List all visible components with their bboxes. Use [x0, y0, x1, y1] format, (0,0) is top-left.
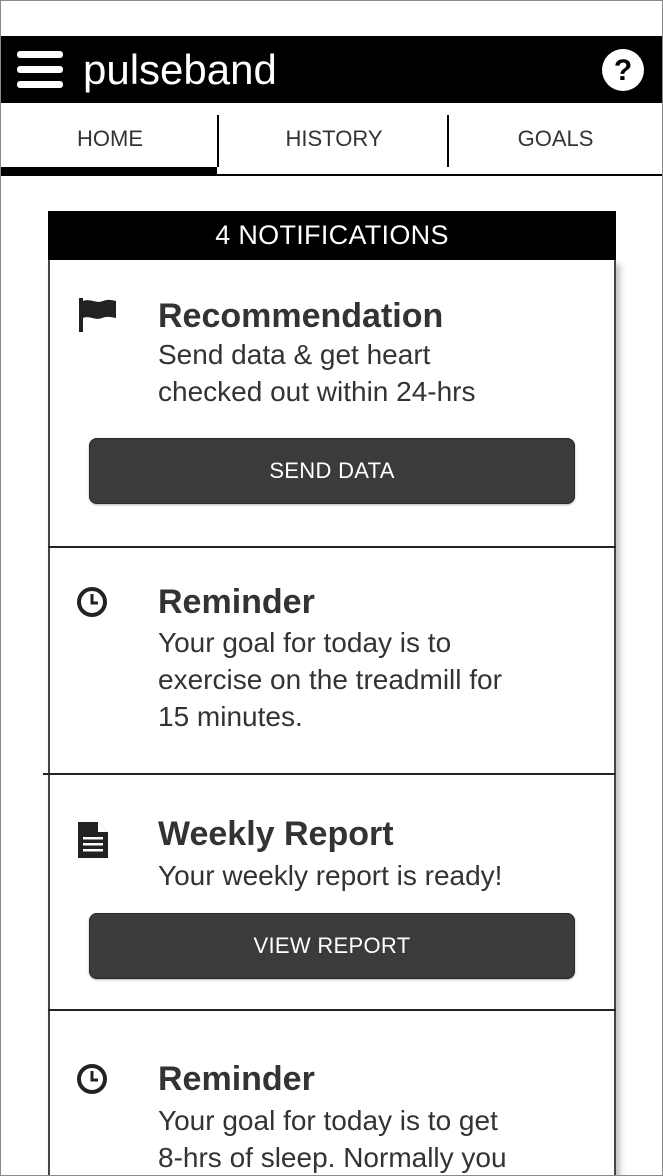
- notifications-count: 4 NOTIFICATIONS: [215, 220, 449, 250]
- notification-text: Your goal for today is to exercise on th…: [158, 624, 598, 735]
- send-data-button[interactable]: SEND DATA: [89, 438, 575, 504]
- clock-icon: [77, 587, 107, 617]
- notification-text-line: Send data & get heart: [158, 339, 431, 370]
- notification-text-line: 15 minutes.: [158, 701, 303, 732]
- tab-history[interactable]: HISTORY: [219, 103, 449, 174]
- notification-title: Reminder: [158, 583, 315, 621]
- notification-divider: [48, 546, 616, 548]
- tab-bar: HOME HISTORY GOALS: [1, 103, 662, 176]
- view-report-button[interactable]: VIEW REPORT: [89, 913, 575, 979]
- notification-divider: [48, 1009, 616, 1011]
- app-title: pulseband: [83, 46, 277, 93]
- document-icon: [78, 822, 108, 858]
- notification-text: Your weekly report is ready!: [158, 857, 598, 894]
- notification-title: Reminder: [158, 1060, 315, 1098]
- notification-text-line: 8-hrs of sleep. Normally you: [158, 1142, 507, 1173]
- tab-history-label: HISTORY: [285, 125, 383, 151]
- tab-goals[interactable]: GOALS: [449, 103, 662, 174]
- clock-icon: [77, 1064, 107, 1094]
- question-circle-icon[interactable]: ?: [601, 48, 645, 92]
- send-data-button-label: SEND DATA: [269, 458, 395, 483]
- notification-title: Weekly Report: [158, 815, 394, 853]
- view-report-button-label: VIEW REPORT: [253, 933, 411, 958]
- notification-text-line: exercise on the treadmill for: [158, 664, 502, 695]
- notification-text-line: checked out within 24-hrs: [158, 376, 476, 407]
- notification-divider: [43, 773, 615, 775]
- flag-icon: [79, 298, 116, 332]
- notification-text-line: Your goal for today is to: [158, 627, 452, 658]
- notification-text: Send data & get heart checked out within…: [158, 336, 598, 410]
- svg-text:?: ?: [614, 54, 632, 87]
- tab-home-label: HOME: [77, 125, 143, 151]
- phone-frame: pulseband ? HOME HISTORY GOALS 4 NOTIFIC…: [0, 0, 663, 1176]
- notification-title: Recommendation: [158, 297, 444, 335]
- notification-text-line: Your weekly report is ready!: [158, 860, 503, 891]
- notification-text: Your goal for today is to get 8-hrs of s…: [158, 1102, 598, 1175]
- tab-home[interactable]: HOME: [1, 103, 219, 174]
- app-bar: pulseband ?: [1, 36, 662, 103]
- tab-goals-label: GOALS: [517, 125, 594, 151]
- active-tab-indicator: [1, 167, 217, 174]
- notifications-header: 4 NOTIFICATIONS: [48, 211, 616, 260]
- notification-text-line: Your goal for today is to get: [158, 1105, 498, 1136]
- hamburger-menu-icon[interactable]: [17, 51, 63, 89]
